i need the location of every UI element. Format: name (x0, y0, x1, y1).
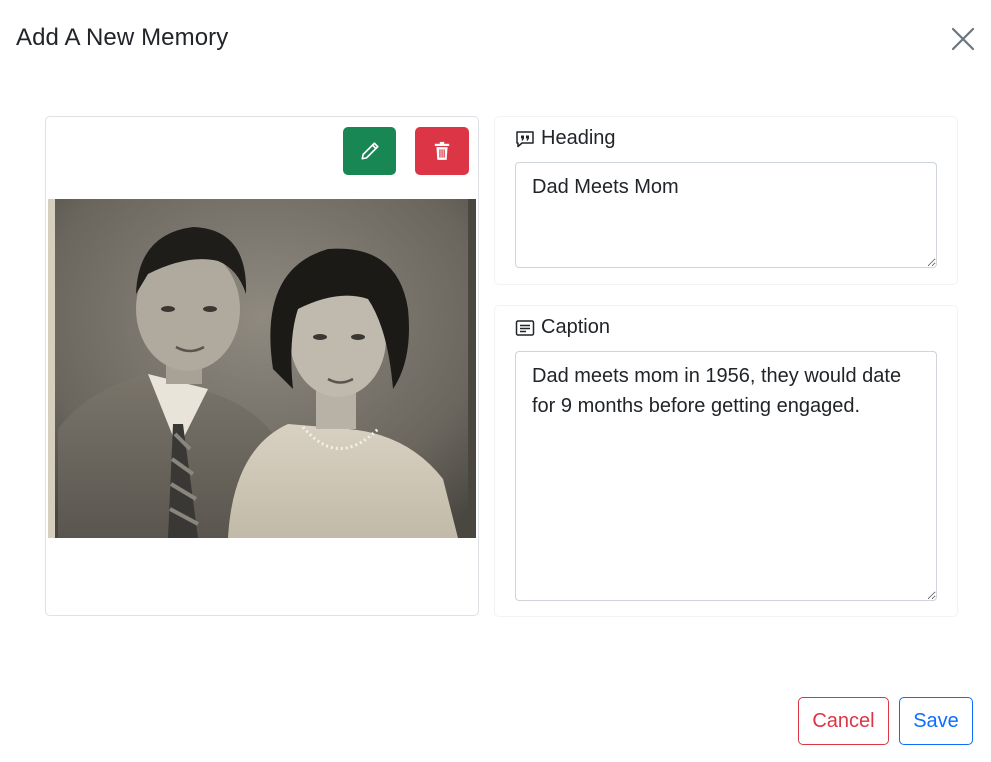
heading-label: Heading (515, 127, 616, 150)
text-lines-icon (515, 319, 535, 336)
close-icon[interactable] (951, 27, 975, 51)
quote-icon (516, 130, 534, 147)
photo-card (45, 116, 479, 616)
save-button[interactable]: Save (899, 697, 973, 745)
delete-photo-button[interactable] (415, 127, 469, 175)
modal-title: Add A New Memory (16, 24, 229, 51)
pencil-icon (360, 142, 379, 160)
edit-photo-button[interactable] (343, 127, 396, 175)
trash-icon (434, 141, 450, 160)
caption-label: Caption (515, 316, 610, 339)
caption-field-group: Caption Dad meets mom in 1956, they woul… (494, 305, 958, 617)
memory-photo (48, 199, 476, 538)
heading-input[interactable]: Dad Meets Mom (515, 162, 937, 268)
heading-label-text: Heading (541, 127, 616, 149)
close-button[interactable] (946, 22, 980, 56)
cancel-button[interactable]: Cancel (798, 697, 889, 745)
heading-field-group: Heading Dad Meets Mom (494, 116, 958, 285)
caption-input[interactable]: Dad meets mom in 1956, they would date f… (515, 351, 937, 601)
caption-label-text: Caption (541, 316, 610, 338)
